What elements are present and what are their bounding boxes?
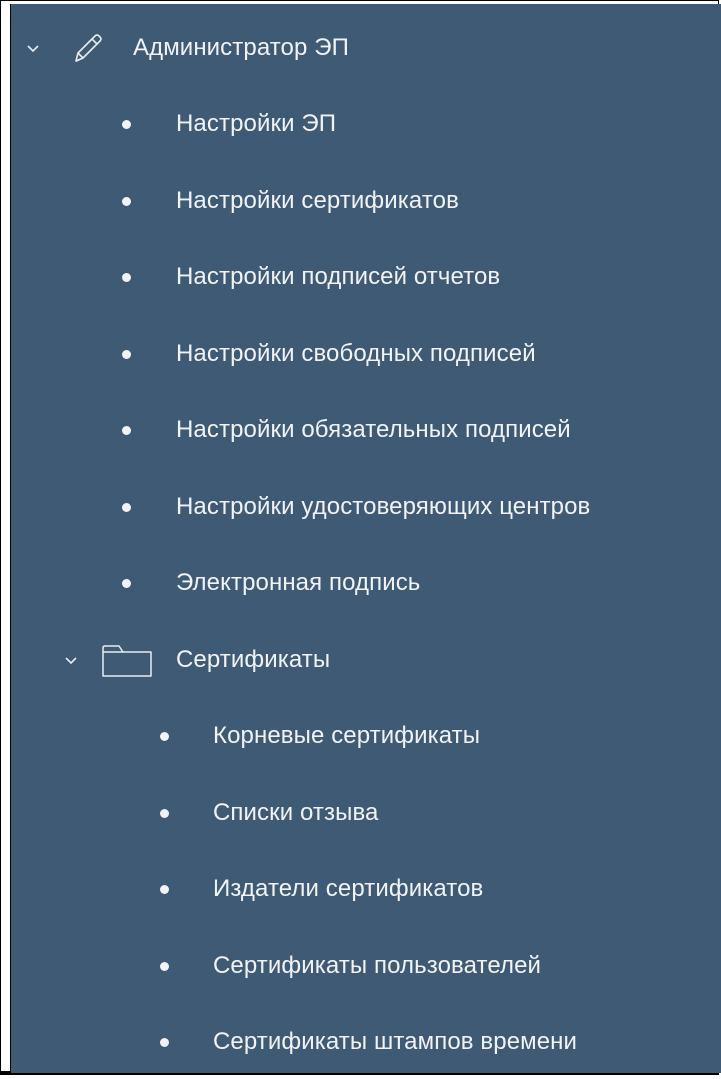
tree-item-label: Настройки удостоверяющих центров xyxy=(176,493,591,520)
bullet-icon xyxy=(122,196,131,206)
tree-item-root-certificates[interactable]: Корневые сертификаты xyxy=(11,700,721,772)
bullet-icon xyxy=(122,502,131,512)
tree-item-electronic-signature[interactable]: Электронная подпись xyxy=(11,547,721,619)
bullet-icon xyxy=(122,425,131,435)
tree-item-label: Настройки подписей отчетов xyxy=(176,263,501,290)
tree-item-label: Настройки ЭП xyxy=(176,110,337,137)
bullet-icon xyxy=(160,731,169,741)
tree-item-user-certificates[interactable]: Сертификаты пользователей xyxy=(11,930,721,1002)
tree-item-free-signature-settings[interactable]: Настройки свободных подписей xyxy=(11,318,721,390)
tree-item-label: Настройки сертификатов xyxy=(176,187,459,214)
folder-icon xyxy=(101,642,153,678)
bullet-icon xyxy=(160,884,169,894)
tree-item-label: Настройки обязательных подписей xyxy=(176,416,571,443)
bullet-icon xyxy=(122,272,131,282)
bullet-icon xyxy=(122,119,131,129)
tree-item-mandatory-signature-settings[interactable]: Настройки обязательных подписей xyxy=(11,394,721,466)
tree-item-label: Корневые сертификаты xyxy=(213,722,481,749)
chevron-down-icon[interactable] xyxy=(63,652,79,668)
tree-item-label: Настройки свободных подписей xyxy=(176,340,536,367)
bullet-icon xyxy=(160,1037,169,1047)
bullet-icon xyxy=(122,578,131,588)
tree-item-label: Издатели сертификатов xyxy=(213,875,484,902)
tree-item-label: Списки отзыва xyxy=(213,799,379,826)
bullet-icon xyxy=(160,961,169,971)
tree-item-report-signature-settings[interactable]: Настройки подписей отчетов xyxy=(11,241,721,313)
chevron-down-icon[interactable] xyxy=(25,40,41,56)
tree-node-label: Сертификаты xyxy=(176,646,331,673)
bullet-icon xyxy=(122,349,131,359)
tree-item-timestamp-certificates[interactable]: Сертификаты штампов времени xyxy=(11,1006,721,1078)
tree-node-certificates[interactable]: Сертификаты xyxy=(11,624,721,696)
tree-item-revocation-lists[interactable]: Списки отзыва xyxy=(11,777,721,849)
tree-item-certificate-issuers[interactable]: Издатели сертификатов xyxy=(11,853,721,925)
navigation-tree: Администратор ЭП Настройки ЭП Настройки … xyxy=(10,4,721,1073)
tree-item-settings-ep[interactable]: Настройки ЭП xyxy=(11,88,721,160)
tree-node-administrator[interactable]: Администратор ЭП xyxy=(11,12,721,84)
tree-item-label: Сертификаты штампов времени xyxy=(213,1028,578,1055)
tree-node-label: Администратор ЭП xyxy=(133,34,349,61)
bullet-icon xyxy=(160,808,169,818)
tree-item-certification-center-settings[interactable]: Настройки удостоверяющих центров xyxy=(11,471,721,543)
tree-item-label: Электронная подпись xyxy=(176,569,421,596)
pencil-icon xyxy=(67,28,107,68)
tree-item-label: Сертификаты пользователей xyxy=(213,952,542,979)
tree-item-certificate-settings[interactable]: Настройки сертификатов xyxy=(11,165,721,237)
